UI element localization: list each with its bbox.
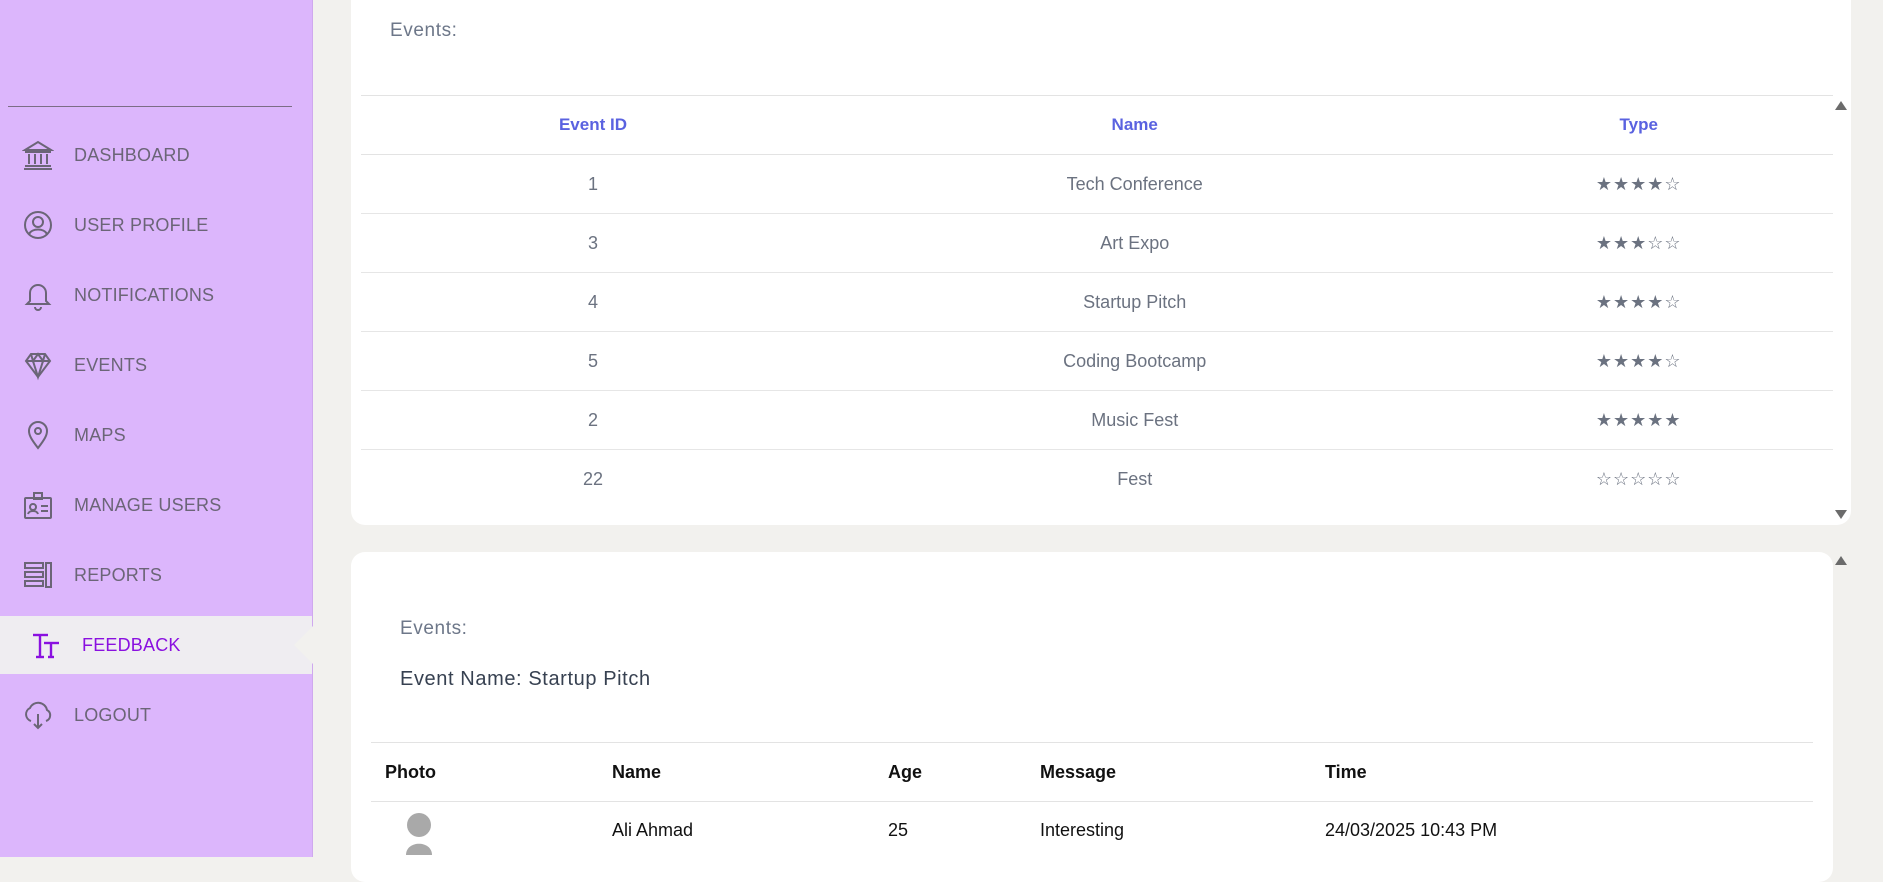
rating-stars: ★★★☆☆ [1444,213,1833,273]
event-name-cell: Startup Pitch [824,272,1445,332]
column-header-name[interactable]: Name [824,95,1445,155]
sidebar-divider [8,106,292,107]
sidebar-item-label: FEEDBACK [82,634,181,655]
cloud-download-icon [22,699,54,731]
sidebar-item-label: NOTIFICATIONS [74,284,215,305]
bank-icon [22,139,54,171]
event-name-cell: Coding Bootcamp [824,331,1445,391]
sidebar-item-logout[interactable]: LOGOUT [0,686,312,744]
feedback-table: Photo Name Age Message Time Ali Ahmad 25… [371,742,1813,881]
age-cell: 25 [888,820,909,840]
table-row[interactable]: 2 Music Fest ★★★★★ [361,390,1833,450]
column-header-name: Name [598,742,874,802]
table-row[interactable]: 4 Startup Pitch ★★★★☆ [361,272,1833,332]
event-id-cell: 1 [361,154,825,214]
sidebar-item-label: USER PROFILE [74,214,209,235]
event-id-cell: 5 [361,331,825,391]
rating-stars: ★★★★★ [1444,390,1833,450]
event-name-cell: Tech Conference [824,154,1445,214]
rating-stars: ☆☆☆☆☆ [1595,468,1682,489]
events-table: Event ID Name Type 1 Tech Conference ★★★… [361,95,1833,508]
column-header-time: Time [1311,742,1813,802]
bell-icon [22,279,54,311]
sidebar-item-feedback[interactable]: FEEDBACK [0,616,313,674]
id-badge-icon [22,489,54,521]
scroll-up-arrow-icon[interactable] [1835,556,1847,565]
sidebar-item-manage-users[interactable]: MANAGE USERS [0,476,312,534]
sidebar-item-label: DASHBOARD [74,144,190,165]
sidebar-item-label: LOGOUT [74,704,152,725]
column-header-type[interactable]: Type [1444,95,1833,155]
sidebar-brand [0,0,312,106]
table-row[interactable]: 1 Tech Conference ★★★★☆ [361,154,1833,214]
table-row[interactable]: Ali Ahmad 25 Interesting 24/03/2025 10:4… [371,802,1813,882]
event-name-cell: Art Expo [824,213,1445,273]
message-cell: Interesting [1040,820,1125,840]
sidebar-item-dashboard[interactable]: DASHBOARD [0,126,312,184]
map-pin-icon [22,419,54,451]
user-circle-icon [22,209,54,241]
sidebar-item-label: MAPS [74,424,126,445]
rating-stars: ★★★★☆ [1444,272,1833,332]
table-header-row: Photo Name Age Message Time [371,742,1813,802]
events-table-body: 1 Tech Conference ★★★★☆ 3 Art Expo ★★★☆☆… [361,154,1833,509]
sidebar-item-label: REPORTS [74,564,163,585]
event-id-cell: 3 [361,213,825,273]
event-id-cell: 4 [361,272,825,332]
event-name-cell: Fest [1117,468,1153,489]
sidebar-item-events[interactable]: EVENTS [0,336,312,394]
rating-stars: ★★★★☆ [1444,331,1833,391]
event-name-cell: Music Fest [824,390,1445,450]
table-header-row: Event ID Name Type [361,95,1833,155]
events-card: Events: Event ID Name Type 1 Tech Confer… [351,0,1851,525]
sidebar-item-user-profile[interactable]: USER PROFILE [0,196,312,254]
sidebar-item-label: MANAGE USERS [74,494,222,515]
column-header-age: Age [874,742,1026,802]
table-row[interactable]: 5 Coding Bootcamp ★★★★☆ [361,331,1833,391]
event-id-cell: 2 [361,390,825,450]
table-row[interactable]: 22 Fest ☆☆☆☆☆ [361,450,1833,509]
time-cell: 24/03/2025 10:43 PM [1325,820,1498,840]
event-name-label: Event Name: Startup Pitch [400,668,651,690]
name-cell: Ali Ahmad [612,820,694,840]
column-header-event-id[interactable]: Event ID [361,95,825,155]
report-icon [22,559,54,591]
scroll-up-arrow-icon[interactable] [1835,101,1847,110]
text-size-icon [30,629,62,661]
sidebar-item-reports[interactable]: REPORTS [0,546,312,604]
sidebar-item-label: EVENTS [74,354,148,375]
column-header-message: Message [1026,742,1311,802]
photo-cell [371,802,598,882]
sidebar-nav: DASHBOARD USER PROFILE NOTIFICATIONS EVE… [0,126,313,756]
sidebar-item-maps[interactable]: MAPS [0,406,312,464]
diamond-icon [22,349,54,381]
feedback-card: Events: Event Name: Startup Pitch Photo … [351,552,1833,882]
rating-stars: ★★★★☆ [1444,154,1833,214]
events-card-title: Events: [390,20,458,41]
sidebar-item-notifications[interactable]: NOTIFICATIONS [0,266,312,324]
sidebar: DASHBOARD USER PROFILE NOTIFICATIONS EVE… [0,0,313,857]
table-row[interactable]: 3 Art Expo ★★★☆☆ [361,213,1833,273]
column-header-photo: Photo [371,742,598,802]
avatar-placeholder-icon [402,810,436,855]
event-id-cell: 22 [582,468,603,489]
feedback-card-title: Events: [400,618,468,639]
scroll-down-arrow-icon[interactable] [1835,510,1847,519]
